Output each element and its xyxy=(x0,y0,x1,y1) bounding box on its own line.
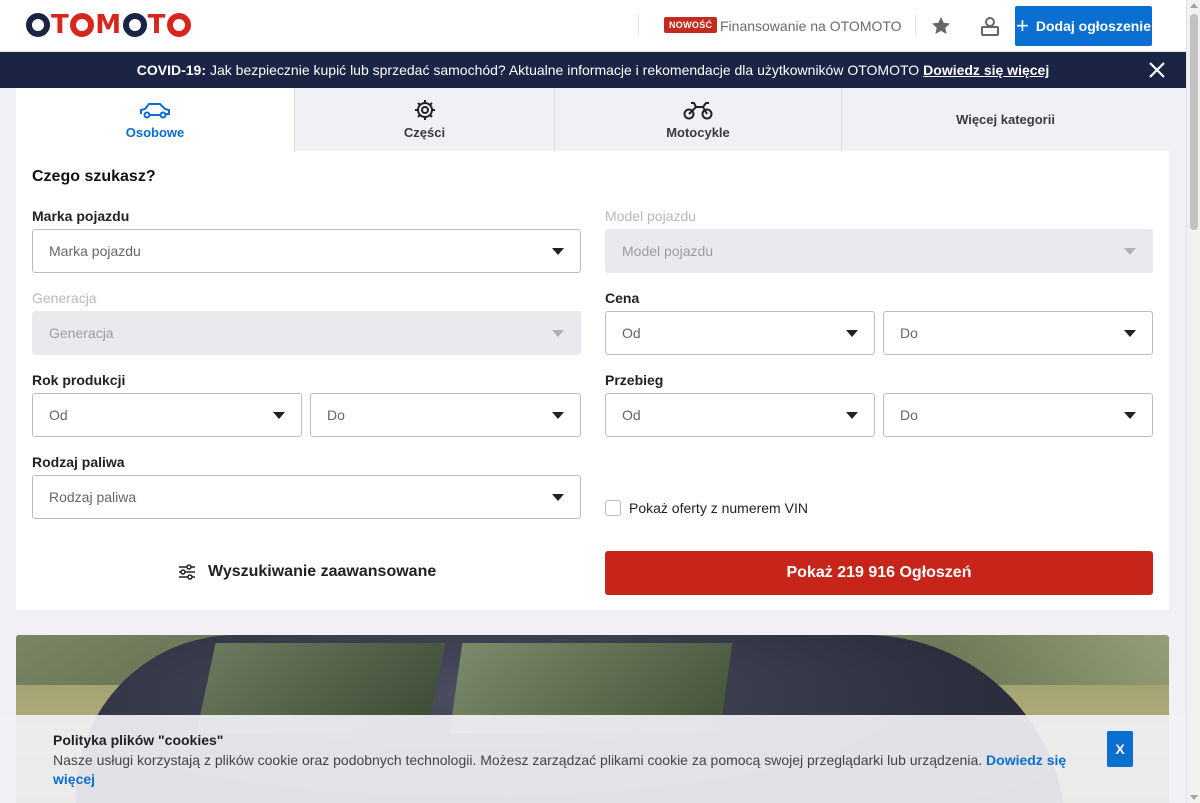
close-icon[interactable] xyxy=(1148,61,1166,79)
mileage-label: Przebieg xyxy=(605,372,664,388)
brand-placeholder: Marka pojazdu xyxy=(49,243,141,259)
cookie-title: Polityka plików "cookies" xyxy=(53,732,224,748)
scrollbar-thumb[interactable] xyxy=(1190,14,1198,230)
chevron-down-icon xyxy=(1124,412,1136,419)
tab-label: Więcej kategorii xyxy=(956,112,1055,127)
page-scrollbar[interactable] xyxy=(1186,0,1200,803)
vin-checkbox[interactable] xyxy=(605,500,621,516)
price-to-placeholder: Do xyxy=(900,325,918,341)
chevron-down-icon xyxy=(846,412,858,419)
fuel-label: Rodzaj paliwa xyxy=(32,454,125,470)
year-from-select[interactable]: Od xyxy=(32,393,302,437)
tab-label: Motocykle xyxy=(666,125,730,140)
show-results-label: Pokaż 219 916 Ogłoszeń xyxy=(786,564,972,581)
year-label: Rok produkcji xyxy=(32,372,126,388)
fuel-select[interactable]: Rodzaj paliwa xyxy=(32,475,581,519)
scroll-up-icon[interactable] xyxy=(1190,3,1198,8)
model-select: Model pojazdu xyxy=(605,229,1153,273)
chevron-down-icon xyxy=(846,330,858,337)
chevron-down-icon xyxy=(552,330,564,337)
fuel-placeholder: Rodzaj paliwa xyxy=(49,489,137,505)
star-icon[interactable] xyxy=(929,14,953,38)
chevron-down-icon xyxy=(552,494,564,501)
tab-czesci[interactable]: Części xyxy=(295,88,555,151)
price-from-placeholder: Od xyxy=(622,325,641,341)
header-divider xyxy=(915,14,916,36)
advanced-search-label: Wyszukiwanie zaawansowane xyxy=(208,563,437,580)
category-tabs: Osobowe Części Motocykle Więcej kategori… xyxy=(16,88,1169,151)
user-icon[interactable] xyxy=(978,14,1002,38)
model-placeholder: Model pojazdu xyxy=(622,243,714,259)
tab-label: Osobowe xyxy=(125,125,185,140)
otomoto-logo[interactable]: TMT xyxy=(25,11,192,39)
new-badge: NOWOŚĆ xyxy=(664,17,718,33)
covid-banner: COVID-19: Jak bezpiecznie kupić lub sprz… xyxy=(0,52,1186,88)
brand-label: Marka pojazdu xyxy=(32,208,130,224)
plus-icon: + xyxy=(1016,13,1029,38)
tab-label: Części xyxy=(403,125,446,140)
year-to-placeholder: Do xyxy=(327,407,345,423)
add-listing-button[interactable]: + Dodaj ogłoszenie xyxy=(1015,6,1152,46)
mileage-to-select[interactable]: Do xyxy=(883,393,1153,437)
year-to-select[interactable]: Do xyxy=(310,393,581,437)
covid-prefix: COVID-19: xyxy=(136,62,206,78)
motorcycle-icon xyxy=(683,102,713,120)
mileage-from-placeholder: Od xyxy=(622,407,641,423)
chevron-down-icon xyxy=(552,248,564,255)
vin-checkbox-label: Pokaż oferty z numerem VIN xyxy=(629,500,808,516)
search-title: Czego szukasz? xyxy=(32,168,156,185)
chevron-down-icon xyxy=(552,412,564,419)
covid-learn-more-link[interactable]: Dowiedz się więcej xyxy=(923,62,1049,78)
price-to-select[interactable]: Do xyxy=(883,311,1153,355)
vin-checkbox-row[interactable]: Pokaż oferty z numerem VIN xyxy=(605,500,808,516)
price-from-select[interactable]: Od xyxy=(605,311,875,355)
year-from-placeholder: Od xyxy=(49,407,68,423)
cookie-close-button[interactable]: X xyxy=(1107,731,1133,767)
search-card: Osobowe Części Motocykle Więcej kategori… xyxy=(16,88,1169,610)
price-label: Cena xyxy=(605,290,640,306)
header-divider xyxy=(638,14,639,36)
cookie-text: Nasze usługi korzystają z plików cookie … xyxy=(53,752,983,768)
tab-wiecej-kategorii[interactable]: Więcej kategorii xyxy=(842,88,1169,151)
mileage-from-select[interactable]: Od xyxy=(605,393,875,437)
site-header: TMT NOWOŚĆ Finansowanie na OTOMOTO + Dod… xyxy=(0,0,1186,52)
tab-motocykle[interactable]: Motocykle xyxy=(555,88,842,151)
generation-label: Generacja xyxy=(32,290,97,306)
chevron-down-icon xyxy=(1124,330,1136,337)
chevron-down-icon xyxy=(1124,248,1136,255)
generation-placeholder: Generacja xyxy=(49,325,114,341)
car-icon xyxy=(140,103,170,119)
show-results-button[interactable]: Pokaż 219 916 Ogłoszeń xyxy=(605,551,1153,595)
finance-link[interactable]: Finansowanie na OTOMOTO xyxy=(720,18,902,34)
generation-select: Generacja xyxy=(32,311,581,355)
scroll-down-icon[interactable] xyxy=(1190,795,1198,800)
covid-text: Jak bezpiecznie kupić lub sprzedać samoc… xyxy=(210,62,920,78)
cookie-banner: Polityka plików "cookies" Nasze usługi k… xyxy=(0,715,1186,803)
add-listing-label: Dodaj ogłoszenie xyxy=(1035,18,1151,34)
mileage-to-placeholder: Do xyxy=(900,407,918,423)
brand-select[interactable]: Marka pojazdu xyxy=(32,229,581,273)
sliders-icon xyxy=(179,564,195,580)
chevron-down-icon xyxy=(273,412,285,419)
model-label: Model pojazdu xyxy=(605,208,697,224)
gear-icon xyxy=(414,100,435,120)
advanced-search-link[interactable]: Wyszukiwanie zaawansowane xyxy=(178,563,436,581)
tab-osobowe[interactable]: Osobowe xyxy=(16,88,295,151)
cookie-text-block: Nasze usługi korzystają z plików cookie … xyxy=(53,751,1083,789)
